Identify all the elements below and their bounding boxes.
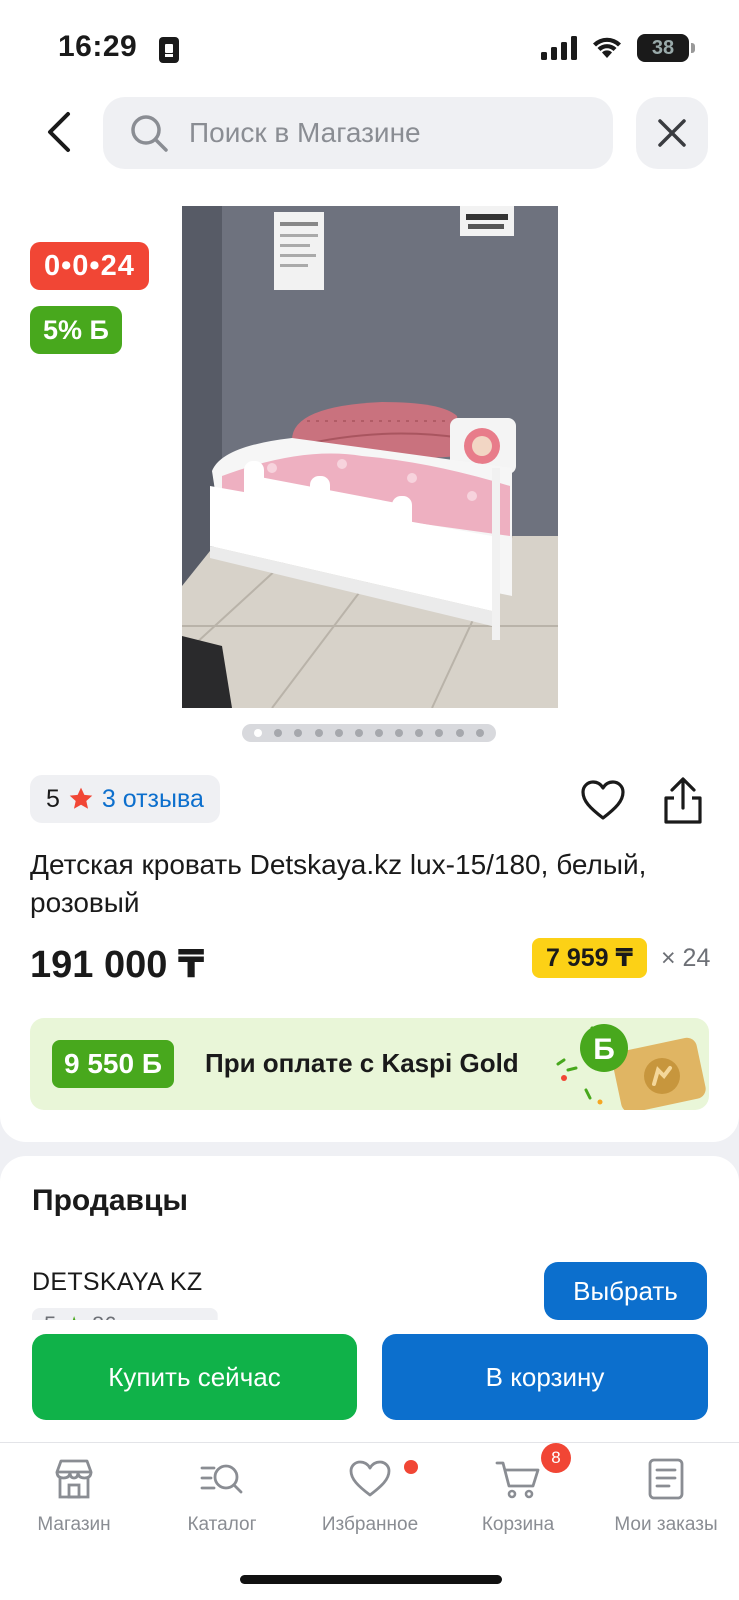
promo-timer-badge: 0•0•24 bbox=[30, 242, 149, 290]
image-pager-dots[interactable] bbox=[242, 724, 496, 742]
heart-icon bbox=[581, 780, 625, 820]
choose-seller-button[interactable]: Выбрать bbox=[544, 1262, 707, 1320]
installment-price-badge[interactable]: 7 959 ₸ bbox=[532, 938, 647, 978]
tab-cart-label: Корзина bbox=[481, 1514, 555, 1535]
installment-months: × 24 bbox=[661, 944, 711, 972]
bed-photo-illustration bbox=[182, 206, 558, 708]
share-button[interactable] bbox=[660, 776, 706, 826]
product-title: Детская кровать Detskaya.kz lux-15/180, … bbox=[30, 849, 647, 918]
kaspi-gold-banner[interactable]: 9 550 Б При оплате с Kaspi Gold Б bbox=[30, 1018, 709, 1110]
pager-dot[interactable] bbox=[354, 729, 363, 737]
status-time: 16:29 bbox=[58, 30, 138, 63]
pager-dot[interactable] bbox=[395, 729, 404, 737]
battery-level: 38 bbox=[651, 36, 675, 59]
seller-name[interactable]: DETSKAYA KZ bbox=[32, 1268, 202, 1297]
star-icon bbox=[69, 787, 93, 809]
reviews-link[interactable]: 3 отзыва bbox=[102, 785, 204, 814]
chevron-left-icon bbox=[48, 112, 70, 152]
wifi-icon bbox=[593, 37, 621, 58]
svg-text:Б: Б bbox=[593, 1033, 615, 1066]
add-to-favorites-button[interactable] bbox=[580, 778, 626, 824]
product-page: 16:29 38 Поиск в Магазине 0•0•24 5% Б 5 … bbox=[0, 0, 739, 1600]
sellers-title: Продавцы bbox=[32, 1184, 189, 1217]
pager-dot[interactable] bbox=[415, 729, 424, 737]
catalog-search-icon bbox=[200, 1464, 243, 1494]
battery-icon: 38 bbox=[637, 34, 695, 62]
orders-icon bbox=[648, 1458, 684, 1500]
gold-banner-text: При оплате с Kaspi Gold bbox=[205, 1048, 519, 1078]
buy-now-button[interactable]: Купить сейчас bbox=[32, 1334, 357, 1420]
gold-bonus-amount: 9 550 Б bbox=[52, 1040, 174, 1088]
product-price: 191 000 ₸ bbox=[30, 944, 205, 986]
tab-catalog-label: Каталог bbox=[187, 1514, 257, 1535]
tab-shop[interactable]: Магазин bbox=[4, 1456, 144, 1536]
search-input[interactable] bbox=[189, 117, 589, 149]
cart-count-badge: 8 bbox=[541, 1443, 571, 1473]
home-indicator bbox=[240, 1575, 502, 1584]
tab-orders[interactable]: Мои заказы bbox=[596, 1456, 736, 1536]
share-icon bbox=[664, 777, 702, 824]
pager-dot[interactable] bbox=[294, 729, 303, 737]
pager-dot[interactable] bbox=[375, 729, 384, 737]
tab-favorites[interactable]: Избранное bbox=[300, 1456, 440, 1536]
rating-pill[interactable]: 5 3 отзыва bbox=[30, 775, 220, 823]
shop-icon bbox=[55, 1459, 93, 1499]
tab-orders-label: Мои заказы bbox=[614, 1514, 718, 1535]
cart-icon bbox=[495, 1461, 540, 1499]
product-image[interactable] bbox=[182, 206, 558, 708]
pager-dot[interactable] bbox=[475, 729, 484, 737]
back-button[interactable] bbox=[34, 104, 82, 160]
orientation-lock-icon bbox=[159, 37, 179, 63]
pager-dot[interactable] bbox=[455, 729, 464, 737]
search-bar[interactable] bbox=[103, 97, 613, 169]
tab-favorites-label: Избранное bbox=[321, 1514, 419, 1535]
close-button[interactable] bbox=[636, 97, 708, 169]
pager-dot[interactable] bbox=[314, 729, 323, 737]
bonus-badge: 5% Б bbox=[30, 306, 122, 354]
tab-shop-label: Магазин bbox=[37, 1514, 111, 1535]
status-icons: 38 bbox=[541, 34, 695, 62]
pager-dot[interactable] bbox=[435, 729, 444, 737]
tab-catalog[interactable]: Каталог bbox=[152, 1456, 292, 1536]
search-icon bbox=[131, 115, 168, 152]
pager-dot[interactable] bbox=[334, 729, 343, 737]
signal-icon bbox=[541, 36, 577, 60]
pager-dot[interactable] bbox=[254, 729, 263, 737]
kaspi-gold-card-icon: Б bbox=[556, 1024, 706, 1110]
close-icon bbox=[658, 119, 686, 147]
rating-value: 5 bbox=[46, 784, 60, 813]
add-to-cart-button[interactable]: В корзину bbox=[382, 1334, 708, 1420]
pager-dot[interactable] bbox=[274, 729, 283, 737]
favorites-notification-dot bbox=[404, 1460, 418, 1474]
heart-icon bbox=[349, 1460, 391, 1497]
